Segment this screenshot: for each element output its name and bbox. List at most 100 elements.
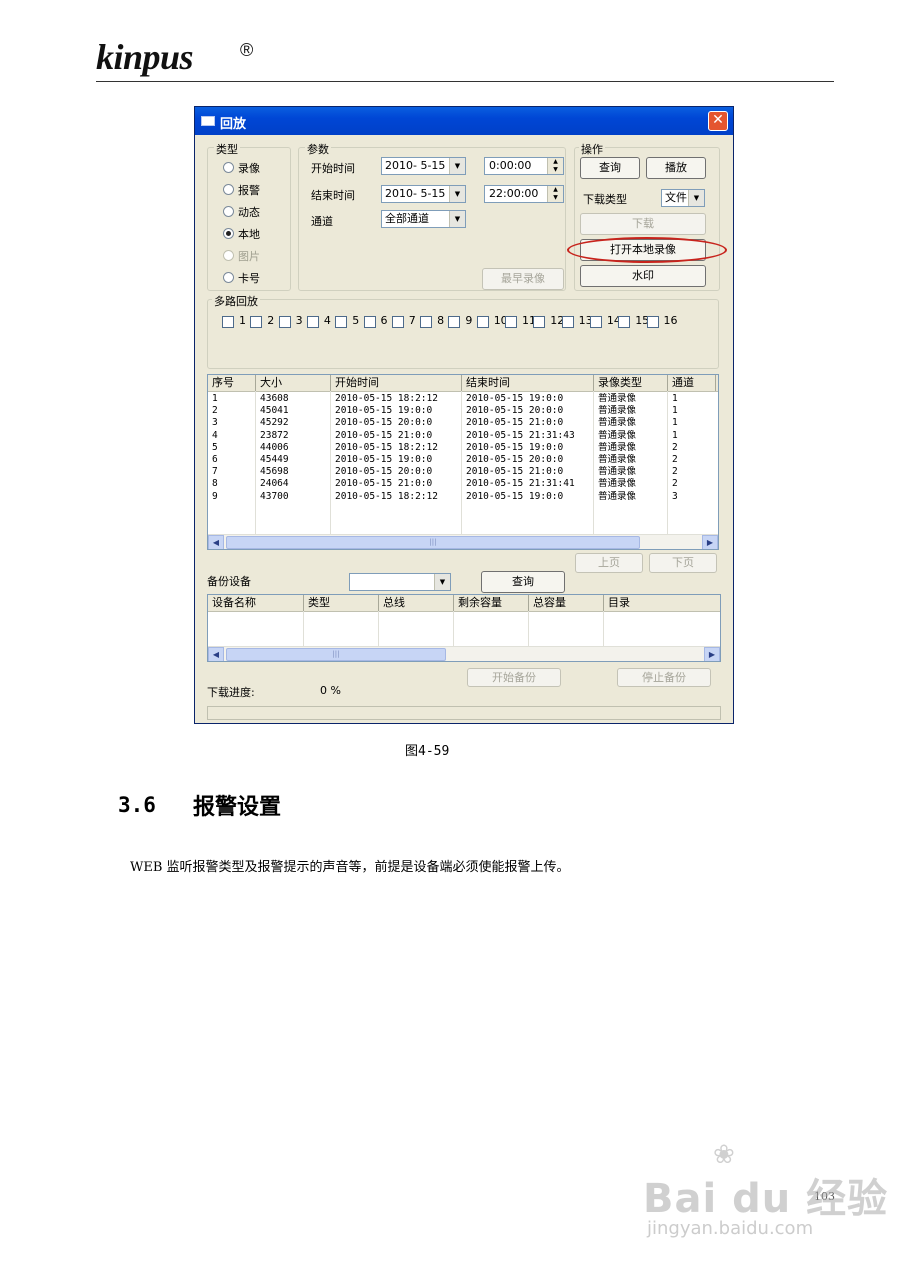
type-radio-5[interactable] — [223, 272, 234, 283]
table-row[interactable]: 3 45292 2010-05-15 20:0:0 2010-05-15 21:0:0… — [208, 417, 718, 429]
title-bar[interactable]: 回放 ✕ — [195, 107, 733, 135]
table-cell: 45449 — [260, 454, 289, 465]
channel-checkbox-5[interactable] — [335, 316, 348, 328]
channel-checkbox-9[interactable] — [448, 316, 461, 328]
type-radio-4[interactable] — [223, 250, 234, 261]
table-cell: 43700 — [260, 490, 289, 502]
query-button[interactable]: 查询 — [580, 157, 640, 179]
records-col-header[interactable]: 序号 — [208, 375, 256, 391]
table-cell: 2010-05-15 19:0:0 — [466, 393, 564, 404]
dropdown-arrow-icon[interactable]: ▼ — [449, 211, 465, 227]
channel-checkbox-15[interactable] — [618, 316, 631, 328]
backup-col-header[interactable]: 总容量 — [529, 595, 604, 611]
type-radio-1[interactable] — [223, 184, 234, 195]
channel-checkbox-2[interactable] — [250, 316, 263, 328]
records-col-header[interactable]: 通道 — [668, 375, 716, 391]
table-cell: 普通录像 — [598, 490, 637, 502]
table-cell: 普通录像 — [598, 405, 637, 417]
backup-col-header[interactable]: 类型 — [304, 595, 379, 611]
start-backup-button[interactable]: 开始备份 — [467, 668, 561, 687]
records-hscrollbar[interactable]: ◀ ||| ▶ — [208, 534, 718, 549]
table-row[interactable]: 7 45698 2010-05-15 20:0:0 2010-05-15 21:0:0… — [208, 466, 718, 478]
backup-device-label: 备份设备 — [207, 575, 251, 588]
backup-col-header[interactable]: 设备名称 — [208, 595, 304, 611]
channel-checkbox-12[interactable] — [533, 316, 546, 328]
table-cell: 44006 — [260, 441, 289, 453]
params-group-legend: 参数 — [305, 141, 331, 157]
channel-checkbox-4[interactable] — [306, 316, 319, 328]
table-cell: 2 — [672, 466, 678, 478]
table-cell: 1 — [672, 393, 678, 404]
table-cell: 3 — [212, 417, 218, 429]
table-cell: 普通录像 — [598, 454, 637, 465]
channel-checkbox-14[interactable] — [589, 316, 602, 328]
channel-checkbox-label: 6 — [380, 314, 388, 327]
table-row[interactable]: 8 24064 2010-05-15 21:0:0 2010-05-15 21:31:… — [208, 478, 718, 490]
backup-device-table[interactable]: 设备名称 类型 总线 剩余容量 总容量 目录 ◀ ||| ▶ — [207, 594, 721, 662]
dropdown-arrow-icon[interactable]: ▼ — [449, 158, 465, 174]
brand-logo: kinpus — [96, 37, 194, 77]
stop-backup-button[interactable]: 停止备份 — [617, 668, 711, 687]
scroll-thumb[interactable]: ||| — [226, 648, 446, 661]
backup-device-select[interactable]: ▼ — [349, 573, 451, 591]
table-cell: 2 — [672, 478, 678, 490]
dropdown-arrow-icon[interactable]: ▼ — [688, 190, 704, 206]
channel-checkbox-10[interactable] — [476, 316, 489, 328]
backup-col-header[interactable]: 剩余容量 — [454, 595, 529, 611]
start-date-picker[interactable]: 2010- 5-15 ▼ — [381, 157, 466, 175]
end-date-picker[interactable]: 2010- 5-15 ▼ — [381, 185, 466, 203]
type-radio-0[interactable] — [223, 162, 234, 173]
earliest-record-button[interactable]: 最早录像 — [482, 268, 564, 290]
dropdown-arrow-icon[interactable]: ▼ — [449, 186, 465, 202]
channel-checkbox-1[interactable] — [222, 316, 234, 328]
next-page-button[interactable]: 下页 — [649, 553, 717, 573]
table-row[interactable]: 2 45041 2010-05-15 19:0:0 2010-05-15 20:0:0… — [208, 405, 718, 417]
table-row[interactable]: 1 43608 2010-05-15 18:2:12 2010-05-15 19:0:… — [208, 393, 718, 405]
backup-col-header[interactable]: 总线 — [379, 595, 454, 611]
play-button[interactable]: 播放 — [646, 157, 706, 179]
table-cell: 4 — [212, 429, 218, 441]
watermark-button[interactable]: 水印 — [580, 265, 706, 287]
download-progress-label: 下载进度: — [207, 686, 255, 699]
records-col-header[interactable]: 结束时间 — [462, 375, 594, 391]
backup-hscrollbar[interactable]: ◀ ||| ▶ — [208, 646, 720, 661]
spin-updown-icon[interactable]: ▲ ▼ — [547, 186, 563, 202]
close-button[interactable]: ✕ — [708, 111, 728, 131]
channel-checkbox-13[interactable] — [561, 316, 574, 328]
scroll-right-icon[interactable]: ▶ — [702, 535, 718, 549]
records-col-header[interactable]: 开始时间 — [331, 375, 462, 391]
start-time-spinner[interactable]: 0:00:00 ▲ ▼ — [484, 157, 564, 175]
scroll-left-icon[interactable]: ◀ — [208, 647, 224, 661]
records-col-header[interactable]: 大小 — [256, 375, 331, 391]
type-radio-3[interactable] — [223, 228, 234, 239]
spin-updown-icon[interactable]: ▲ ▼ — [547, 158, 563, 174]
download-type-select[interactable]: 文件 ▼ — [661, 189, 705, 207]
download-button[interactable]: 下载 — [580, 213, 706, 235]
watermark-url: jingyan.baidu.com — [647, 1218, 814, 1239]
channel-checkbox-16[interactable] — [646, 316, 659, 328]
table-row[interactable]: 4 23872 2010-05-15 21:0:0 2010-05-15 21:31:… — [208, 429, 718, 442]
channel-checkbox-11[interactable] — [505, 316, 517, 328]
channel-select[interactable]: 全部通道 ▼ — [381, 210, 466, 228]
channel-checkbox-7[interactable] — [391, 316, 404, 328]
scroll-thumb[interactable]: ||| — [226, 536, 640, 549]
backup-query-button[interactable]: 查询 — [481, 571, 565, 593]
dropdown-arrow-icon[interactable]: ▼ — [434, 574, 450, 590]
records-table[interactable]: 序号 大小 开始时间 结束时间 录像类型 通道 1 43608 2010-05-15 18:2… — [207, 374, 719, 550]
type-radio-label: 报警 — [238, 184, 260, 197]
channel-checkbox-6[interactable] — [363, 316, 376, 328]
backup-col-header[interactable]: 目录 — [604, 595, 720, 611]
end-time-spinner[interactable]: 22:00:00 ▲ ▼ — [484, 185, 564, 203]
type-radio-2[interactable] — [223, 206, 234, 217]
scroll-left-icon[interactable]: ◀ — [208, 535, 224, 549]
records-col-header[interactable]: 录像类型 — [594, 375, 668, 391]
channel-checkbox-3[interactable] — [278, 316, 291, 328]
channel-checkbox-label: 2 — [267, 314, 275, 327]
table-cell: 1 — [672, 429, 678, 441]
prev-page-button[interactable]: 上页 — [575, 553, 643, 573]
table-row[interactable]: 9 43700 2010-05-15 18:2:12 2010-05-15 19:0:… — [208, 490, 718, 503]
channel-checkbox-8[interactable] — [420, 316, 433, 328]
scroll-right-icon[interactable]: ▶ — [704, 647, 720, 661]
table-row[interactable]: 5 44006 2010-05-15 18:2:12 2010-05-15 19:0:… — [208, 441, 718, 454]
table-row[interactable]: 6 45449 2010-05-15 19:0:0 2010-05-15 20:0:0… — [208, 454, 718, 466]
